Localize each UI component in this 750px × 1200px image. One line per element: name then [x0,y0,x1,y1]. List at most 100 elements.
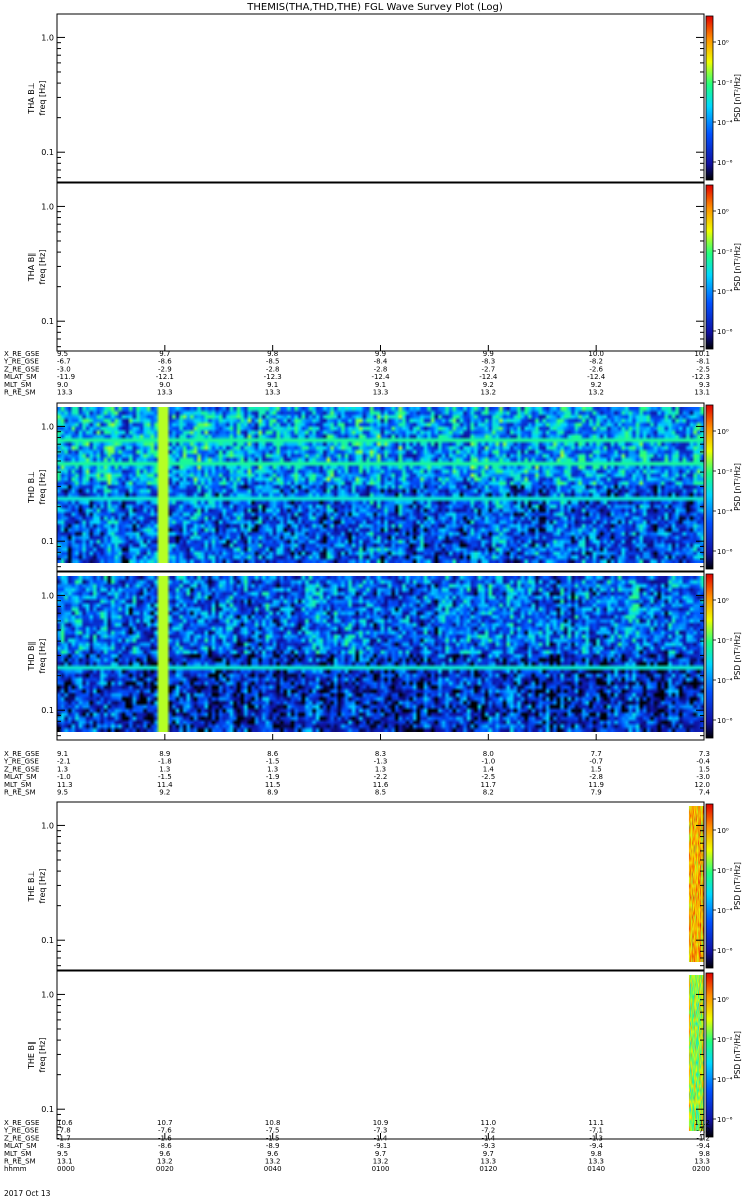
ephemeris-value: 7.4 [699,789,711,797]
colorbar-tick-label: 10⁻⁶ [717,159,733,167]
colorbar-tick-label: 10⁰ [717,597,729,605]
ephemeris-value: 0200 [692,1165,710,1173]
y-tick-label: 0.1 [41,1105,54,1114]
colorbar-tick-label: 10⁻² [717,637,733,645]
ephemeris-value: 7.9 [591,789,602,797]
spectrogram-panel: 1.0 0.1 THD B⊥ freq [Hz] 10⁰ 10⁻² 10⁻⁴ 10⁻⁶ PSD … [27,402,742,572]
colorbar-tick-label: 10⁻⁴ [717,508,733,516]
ephemeris-value: 13.1 [694,389,710,397]
ephemeris-value: 0020 [156,1165,174,1173]
ephemeris-value: 13.3 [265,389,281,397]
colorbar [705,184,714,350]
colorbar-tick-label: 10⁻⁶ [717,328,733,336]
ephemeris-value: 13.2 [481,389,497,397]
ephemeris-value: 8.5 [375,789,386,797]
y-tick-label: 0.1 [41,148,54,157]
ephemeris-value: 9.5 [57,789,68,797]
date-label: 2017 Oct 13 [4,1189,51,1198]
ephemeris-value: 13.3 [373,389,389,397]
panel-frame [56,13,705,183]
colorbar [705,803,714,969]
colorbar-tick-label: 10⁰ [717,996,729,1004]
colorbar-tick-label: 10⁻² [717,468,733,476]
y-axis-label: freq [Hz] [38,1038,47,1073]
colorbar [705,404,714,570]
colorbar-label: PSD [nT²/Hz] [733,463,742,511]
y-tick-label: 1.0 [41,33,54,42]
colorbar-label: PSD [nT²/Hz] [733,862,742,910]
colorbar-label: PSD [nT²/Hz] [733,1031,742,1079]
colorbar-label: PSD [nT²/Hz] [733,243,742,291]
spectrogram-image [57,576,704,732]
colorbar-tick-label: 10⁻² [717,248,733,256]
panel-label: THD B∥ [27,641,36,671]
colorbar-label: PSD [nT²/Hz] [733,74,742,122]
panel-label: THD B⊥ [27,471,36,504]
spectrogram-image [603,806,704,962]
ephemeris-value: 0040 [264,1165,282,1173]
y-tick-label: 1.0 [41,821,54,830]
ephemeris-value: 0000 [57,1165,75,1173]
panel-label: THA B⊥ [27,82,36,114]
y-tick-label: 0.1 [41,936,54,945]
spectrogram-image [57,407,704,563]
ephemeris-value: 8.9 [267,789,278,797]
colorbar-tick-label: 10⁻² [717,79,733,87]
spectrogram-panel: 1.0 0.1 THA B∥ freq [Hz] 10⁰ 10⁻² 10⁻⁴ 10⁻⁶ PSD … [27,182,742,352]
colorbar-tick-label: 10⁻⁶ [717,1116,733,1124]
ephemeris-value: 13.2 [588,389,604,397]
colorbar-tick-label: 10⁻⁶ [717,548,733,556]
colorbar-label: PSD [nT²/Hz] [733,632,742,680]
ephemeris-block: X_RE_GSE 9.5 9.7 9.8 9.9 9.9 10.0 10.1Y_RE_GSE -… [3,350,710,397]
ephemeris-value: 0120 [479,1165,497,1173]
colorbar-tick-label: 10⁻⁴ [717,119,733,127]
y-tick-label: 0.1 [41,317,54,326]
ephemeris-value: 13.3 [57,389,73,397]
y-tick-label: 1.0 [41,591,54,600]
ephemeris-value: 9.2 [159,789,170,797]
colorbar [705,573,714,739]
chart-title: THEMIS(THA,THD,THE) FGL Wave Survey Plot… [246,2,503,13]
wave-survey-chart: THEMIS(THA,THD,THE) FGL Wave Survey Plot… [3,2,742,1198]
colorbar-tick-label: 10⁻⁶ [717,947,733,955]
colorbar [705,15,714,181]
colorbar-tick-label: 10⁻⁴ [717,1076,733,1084]
colorbar-tick-label: 10⁰ [717,827,729,835]
y-tick-label: 1.0 [41,422,54,431]
colorbar-tick-label: 10⁻² [717,867,733,875]
spectrogram-panel: 1.0 0.1 THA B⊥ freq [Hz] 10⁰ 10⁻² 10⁻⁴ 10⁻⁶ PSD … [27,13,742,183]
ephemeris-row-label: R_RE_SM [4,389,36,397]
colorbar-tick-label: 10⁰ [717,208,729,216]
colorbar-tick-label: 10⁻⁴ [717,907,733,915]
spectrogram-image [603,975,704,1131]
ephemeris-block: X_RE_GSE 9.1 8.9 8.6 8.3 8.0 7.7 7.3Y_RE_GSE -2.… [3,750,711,797]
ephemeris-value: 8.2 [483,789,494,797]
y-tick-label: 1.0 [41,202,54,211]
y-axis-label: freq [Hz] [38,250,47,285]
colorbar [705,972,714,1138]
ephemeris-value: 13.3 [157,389,173,397]
panel-label: THE B∥ [27,1041,36,1070]
y-axis-label: freq [Hz] [38,470,47,505]
colorbar-tick-label: 10⁰ [717,39,729,47]
y-axis-label: freq [Hz] [38,81,47,116]
y-axis-label: freq [Hz] [38,639,47,674]
ephemeris-row-label: R_RE_SM [4,789,36,797]
colorbar-tick-label: 10⁰ [717,428,729,436]
y-tick-label: 0.1 [41,537,54,546]
colorbar-tick-label: 10⁻⁴ [717,288,733,296]
colorbar-tick-label: 10⁻² [717,1036,733,1044]
ephemeris-row-label: hhmm [4,1165,27,1173]
panel-label: THE B⊥ [27,870,36,902]
spectrogram-panel: 1.0 0.1 THE B⊥ freq [Hz] 10⁰ 10⁻² 10⁻⁴ 10⁻⁶ PSD … [27,801,742,971]
colorbar-tick-label: 10⁻⁶ [717,717,733,725]
y-tick-label: 1.0 [41,990,54,999]
colorbar-tick-label: 10⁻⁴ [717,677,733,685]
ephemeris-value: 0140 [587,1165,605,1173]
panel-frame [56,182,705,352]
spectrogram-panel: 1.0 0.1 THE B∥ freq [Hz] 10⁰ 10⁻² 10⁻⁴ 10⁻⁶ PSD … [27,970,742,1140]
y-tick-label: 0.1 [41,706,54,715]
spectrogram-panel: 1.0 0.1 THD B∥ freq [Hz] 10⁰ 10⁻² 10⁻⁴ 10⁻⁶ PSD … [27,571,742,741]
panel-label: THA B∥ [27,253,36,282]
y-axis-label: freq [Hz] [38,869,47,904]
